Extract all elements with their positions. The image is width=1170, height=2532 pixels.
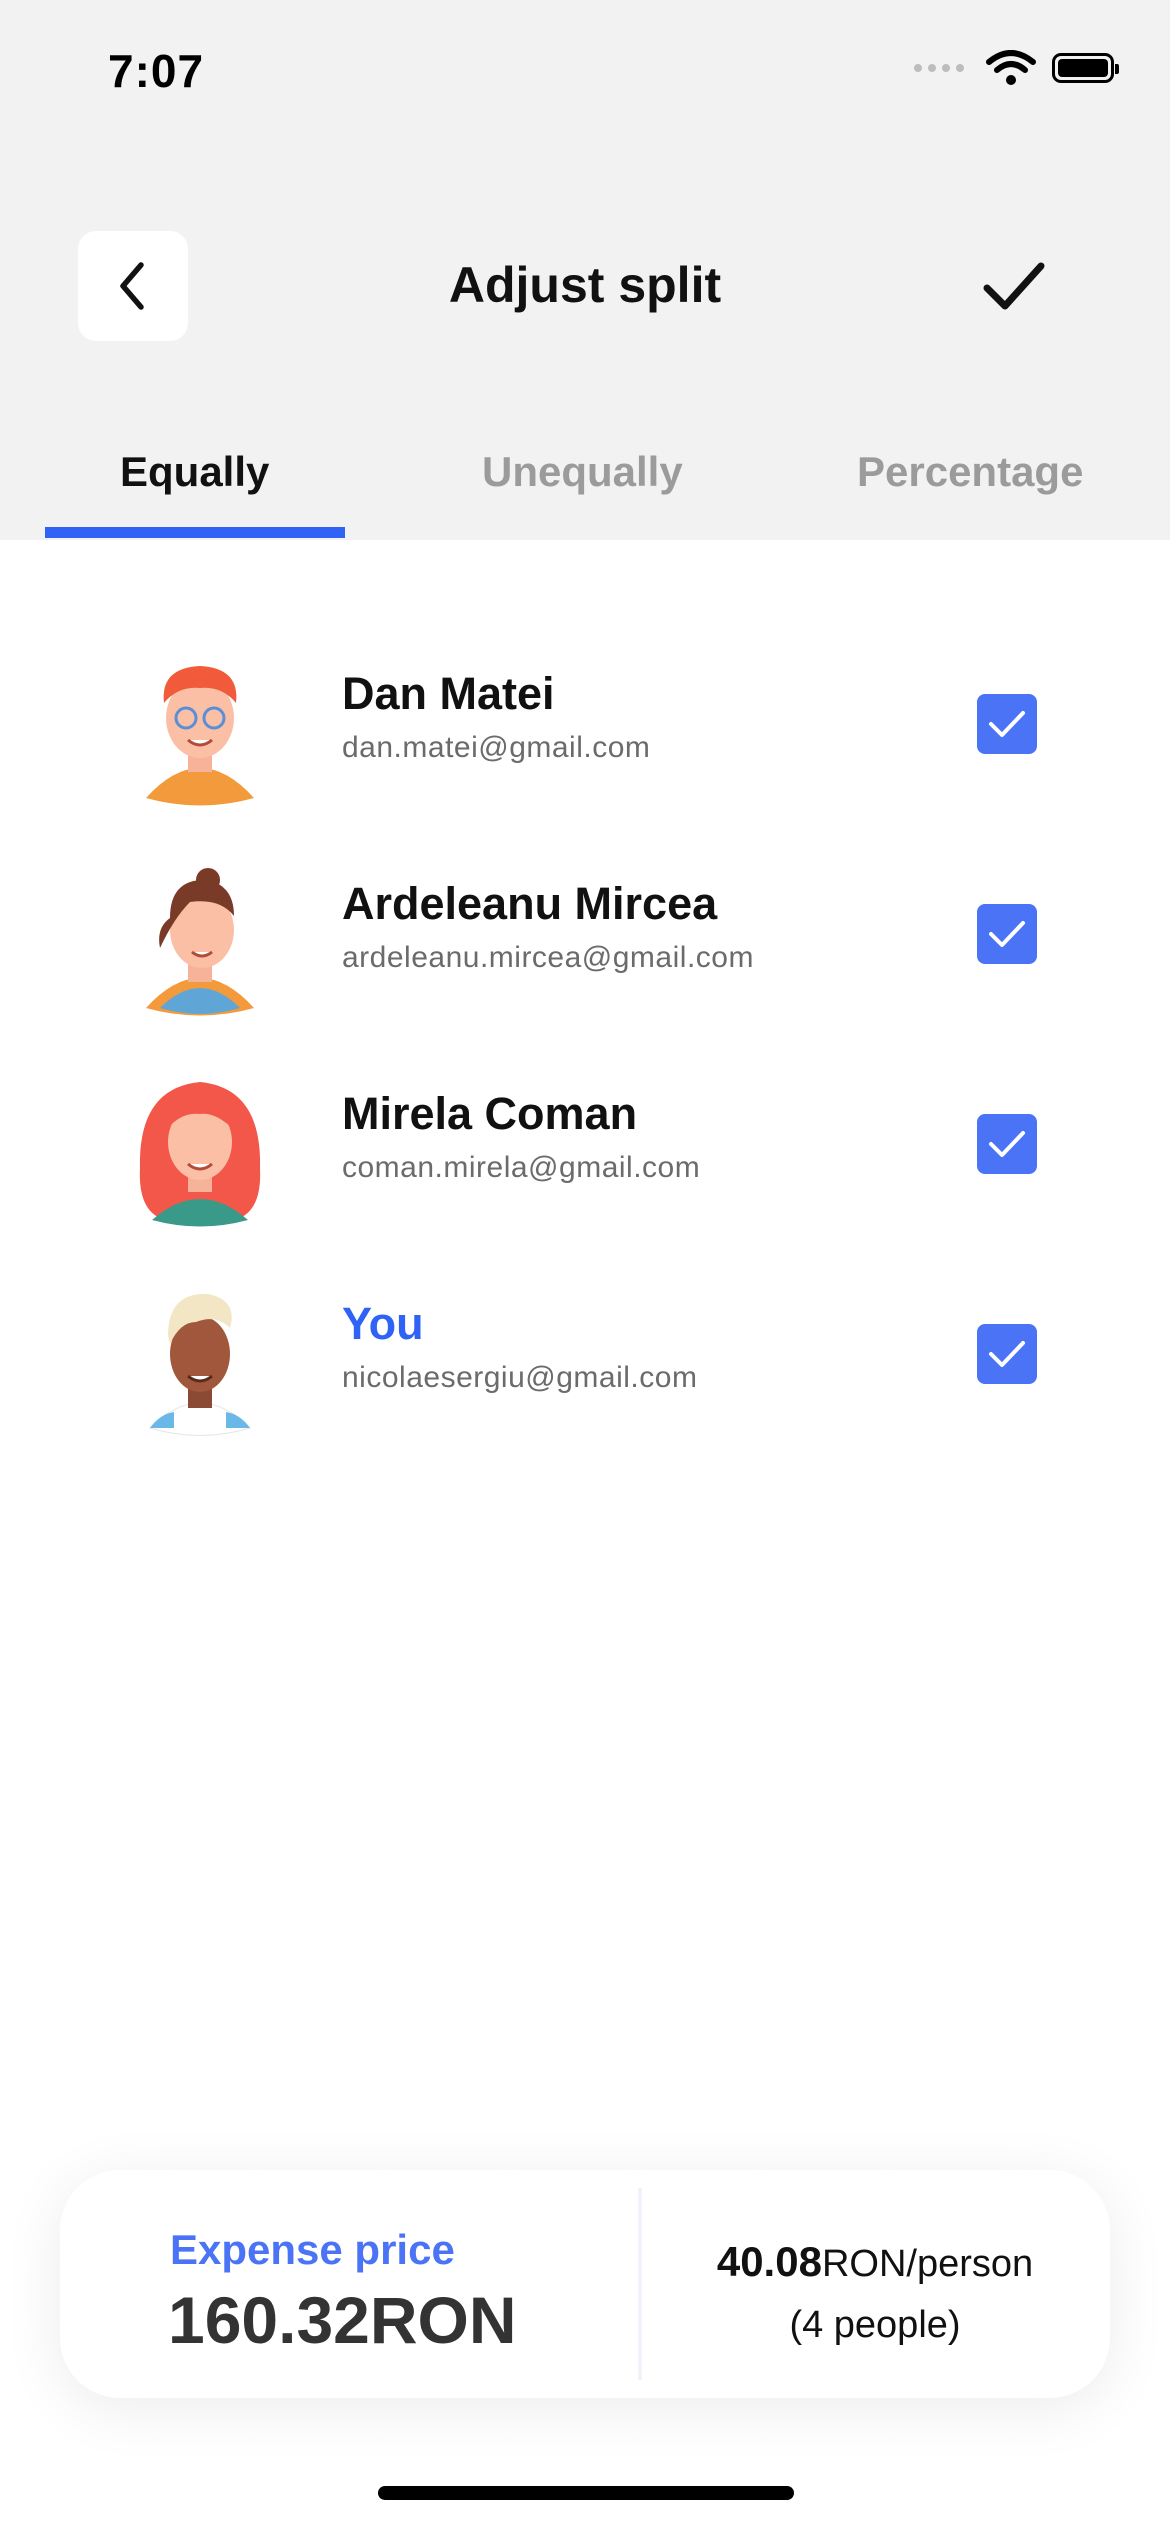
person-email: coman.mirela@gmail.com [342, 1151, 701, 1184]
people-count: (4 people) [789, 2304, 961, 2346]
person-checkbox[interactable] [977, 904, 1037, 964]
checkmark-icon [989, 1131, 1025, 1157]
person-name: Mirela Coman [342, 1088, 638, 1139]
person-email: ardeleanu.mircea@gmail.com [342, 941, 754, 974]
tab-equally[interactable]: Equally [120, 448, 269, 496]
confirm-button[interactable] [978, 250, 1050, 322]
expense-label: Expense price [170, 2226, 455, 2273]
list-item[interactable]: Dan Matei dan.matei@gmail.com [0, 648, 1170, 828]
avatar [149, 1293, 251, 1436]
person-checkbox[interactable] [977, 694, 1037, 754]
person-name: Dan Matei [342, 668, 555, 719]
checkmark-icon [983, 262, 1045, 310]
avatar [146, 666, 254, 806]
status-time: 7:07 [108, 45, 205, 97]
per-person-unit: RON/person [821, 2243, 1034, 2285]
person-name: You [342, 1298, 424, 1349]
tab-unequally[interactable]: Unequally [482, 448, 683, 496]
per-person-value: 40.08 [716, 2238, 822, 2285]
expense-total: 160.32RON [168, 2283, 517, 2357]
battery-icon [1052, 53, 1119, 83]
home-indicator [378, 2486, 794, 2500]
tab-percentage[interactable]: Percentage [857, 448, 1083, 496]
person-email: nicolaesergiu@gmail.com [342, 1361, 698, 1394]
checkmark-icon [989, 921, 1025, 947]
list-item[interactable]: Ardeleanu Mircea ardeleanu.mircea@gmail.… [0, 858, 1170, 1038]
wifi-icon [986, 50, 1036, 85]
person-name: Ardeleanu Mircea [342, 878, 718, 929]
checkmark-icon [989, 711, 1025, 737]
per-person-amount: 40.08RON/person [640, 2238, 1110, 2286]
status-icons [914, 50, 1119, 86]
person-email: dan.matei@gmail.com [342, 731, 651, 764]
active-tab-indicator [45, 527, 345, 538]
expense-summary-card: Expense price 160.32RON 40.08RON/person … [60, 2170, 1110, 2398]
list-item[interactable]: You nicolaesergiu@gmail.com [0, 1278, 1170, 1458]
person-checkbox[interactable] [977, 1324, 1037, 1384]
list-item[interactable]: Mirela Coman coman.mirela@gmail.com [0, 1068, 1170, 1248]
avatar [146, 868, 254, 1016]
checkmark-icon [989, 1341, 1025, 1367]
avatar [139, 1082, 261, 1227]
cellular-signal-icon [914, 64, 964, 72]
person-checkbox[interactable] [977, 1114, 1037, 1174]
